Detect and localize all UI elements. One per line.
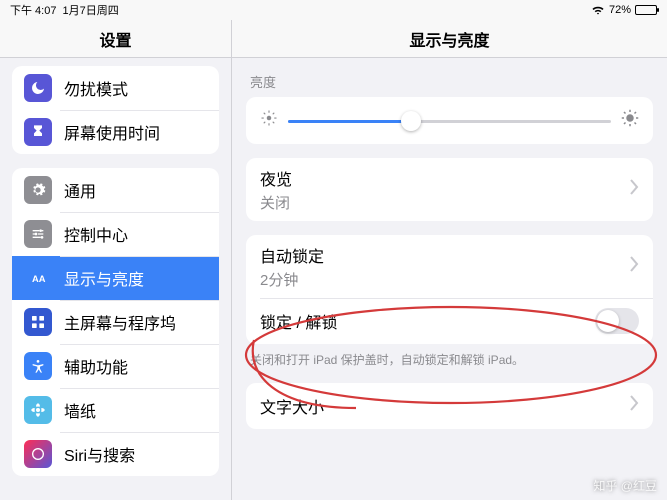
sidebar-item-label: 主屏幕与程序坞 bbox=[64, 310, 176, 334]
sun-large-icon bbox=[621, 109, 639, 132]
accessibility-icon bbox=[24, 352, 52, 380]
flower-icon bbox=[24, 396, 52, 424]
lock-unlock-footnote: 关闭和打开 iPad 保护盖时，自动锁定和解锁 iPad。 bbox=[250, 352, 649, 369]
header-settings-title: 设置 bbox=[0, 20, 232, 57]
sidebar-item-label: 墙纸 bbox=[64, 398, 96, 422]
night-shift-value: 关闭 bbox=[260, 192, 629, 213]
auto-lock-row[interactable]: 自动锁定 2分钟 bbox=[246, 235, 653, 298]
sidebar-item-label: 屏幕使用时间 bbox=[64, 120, 160, 144]
sidebar-item-control-center[interactable]: 控制中心 bbox=[12, 212, 219, 256]
text-size-title: 文字大小 bbox=[260, 394, 629, 418]
night-shift-row[interactable]: 夜览 关闭 bbox=[246, 158, 653, 221]
settings-sidebar: 勿扰模式 屏幕使用时间 通用 控制中心 bbox=[0, 58, 232, 500]
gear-icon bbox=[24, 176, 52, 204]
sidebar-item-dnd[interactable]: 勿扰模式 bbox=[12, 66, 219, 110]
sidebar-item-wallpaper[interactable]: 墙纸 bbox=[12, 388, 219, 432]
sidebar-item-display[interactable]: AA 显示与亮度 bbox=[12, 256, 219, 300]
brightness-row bbox=[246, 97, 653, 144]
sidebar-item-label: 控制中心 bbox=[64, 222, 128, 246]
wifi-icon bbox=[591, 5, 605, 15]
sun-small-icon bbox=[260, 109, 278, 132]
lock-unlock-switch[interactable] bbox=[595, 308, 639, 334]
status-time: 下午 4:07 bbox=[10, 2, 56, 18]
sliders-icon bbox=[24, 220, 52, 248]
sidebar-item-label: Siri与搜索 bbox=[64, 442, 135, 466]
sidebar-item-homescreen[interactable]: 主屏幕与程序坞 bbox=[12, 300, 219, 344]
brightness-slider[interactable] bbox=[288, 111, 611, 131]
status-date: 1月7日周四 bbox=[62, 2, 118, 18]
status-bar: 下午 4:07 1月7日周四 72% bbox=[0, 0, 667, 20]
battery-icon bbox=[635, 5, 657, 15]
lock-unlock-title: 锁定 / 解锁 bbox=[260, 309, 595, 333]
moon-icon bbox=[24, 74, 52, 102]
siri-icon bbox=[24, 440, 52, 468]
brightness-label: 亮度 bbox=[250, 72, 649, 91]
hourglass-icon bbox=[24, 118, 52, 146]
sidebar-item-label: 勿扰模式 bbox=[64, 76, 128, 100]
svg-text:AA: AA bbox=[32, 274, 46, 284]
sidebar-item-label: 通用 bbox=[64, 178, 96, 202]
sidebar-item-screentime[interactable]: 屏幕使用时间 bbox=[12, 110, 219, 154]
header-detail-title: 显示与亮度 bbox=[232, 20, 667, 57]
night-shift-title: 夜览 bbox=[260, 166, 629, 190]
sidebar-item-general[interactable]: 通用 bbox=[12, 168, 219, 212]
text-size-icon: AA bbox=[24, 264, 52, 292]
detail-pane: 亮度 夜览 关闭 bbox=[232, 58, 667, 500]
chevron-right-icon bbox=[629, 179, 639, 200]
auto-lock-title: 自动锁定 bbox=[260, 243, 629, 267]
chevron-right-icon bbox=[629, 395, 639, 416]
chevron-right-icon bbox=[629, 256, 639, 277]
sidebar-item-siri[interactable]: Siri与搜索 bbox=[12, 432, 219, 476]
auto-lock-value: 2分钟 bbox=[260, 269, 629, 290]
battery-pct: 72% bbox=[609, 4, 631, 16]
header-bar: 设置 显示与亮度 bbox=[0, 20, 667, 58]
text-size-row[interactable]: 文字大小 bbox=[246, 383, 653, 429]
sidebar-item-label: 辅助功能 bbox=[64, 354, 128, 378]
grid-icon bbox=[24, 308, 52, 336]
lock-unlock-row: 锁定 / 解锁 bbox=[246, 298, 653, 344]
sidebar-item-accessibility[interactable]: 辅助功能 bbox=[12, 344, 219, 388]
sidebar-item-label: 显示与亮度 bbox=[64, 266, 144, 290]
